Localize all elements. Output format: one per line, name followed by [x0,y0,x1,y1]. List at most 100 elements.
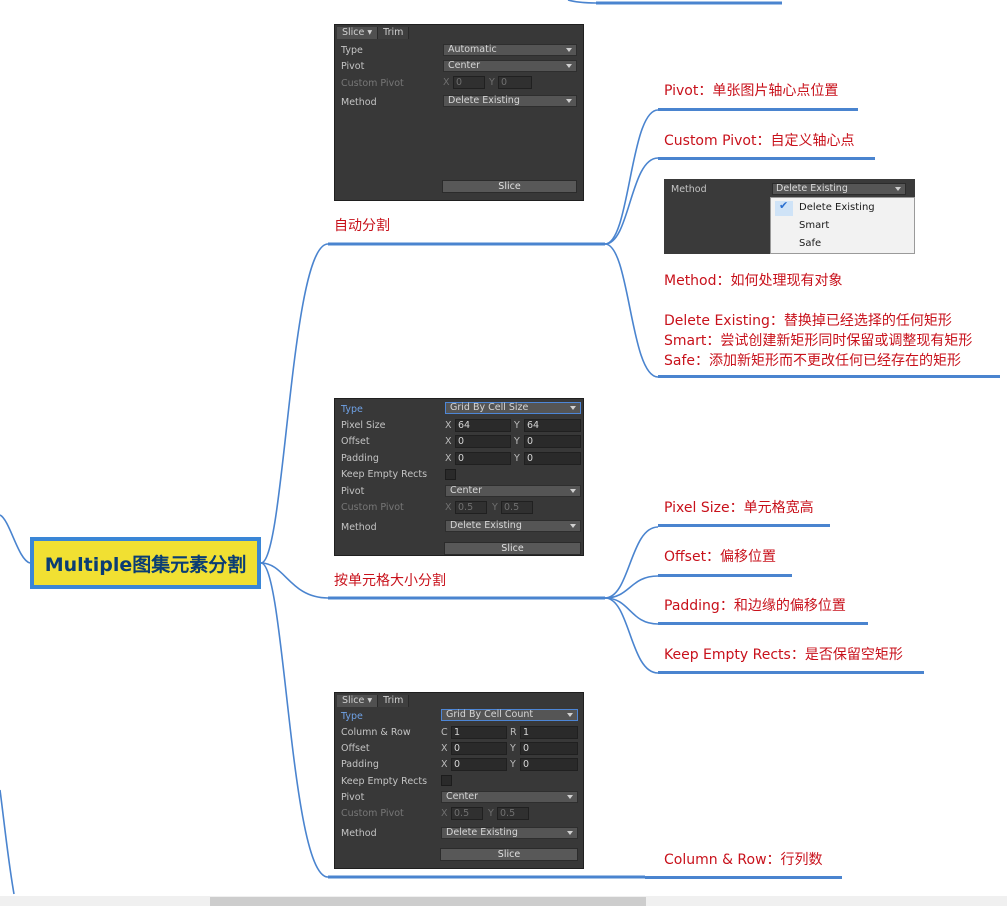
chevron-down-icon [567,713,573,717]
column-row-label: Column & Row [341,727,411,738]
pivot-dropdown[interactable]: Center [445,485,581,497]
slice-button[interactable]: Slice [442,180,577,193]
note-method[interactable]: Method：如何处理现有对象 [664,271,843,291]
tab-slice[interactable]: Slice ▾ [337,27,379,39]
chevron-down-icon [566,99,572,103]
method-dropdown-popup: Method Delete Existing ✔ Delete Existing… [664,179,915,254]
method-value: Delete Existing [776,183,848,194]
scrollbar-thumb[interactable] [210,897,646,906]
type-dropdown[interactable]: Grid By Cell Size [445,402,581,414]
panel-tabs: Slice ▾ Trim [337,695,410,707]
padding-x-input[interactable]: 0 [451,758,507,771]
note-underline [658,671,924,674]
menu-item-smart[interactable]: Smart [799,220,829,231]
padding-x-input[interactable]: 0 [455,452,511,465]
keep-empty-label: Keep Empty Rects [341,776,428,787]
menu-item-delete-existing[interactable]: Delete Existing [799,202,875,213]
slice-button[interactable]: Slice [444,542,581,555]
chevron-down-icon [567,795,573,799]
offset-x-input[interactable]: 0 [455,435,511,448]
note-keep-empty[interactable]: Keep Empty Rects：是否保留空矩形 [664,645,903,665]
type-label: Type [341,711,363,722]
note-padding[interactable]: Padding：和边缘的偏移位置 [664,596,846,616]
root-title: Multiple图集元素分割 [44,553,247,576]
pivot-value: Center [446,791,478,802]
pivot-value: Center [448,60,480,71]
custom-pivot-x-label: X [445,502,452,513]
method-label: Method [341,828,377,839]
note-underline [645,876,842,879]
tab-trim[interactable]: Trim [378,695,410,707]
chevron-down-icon [570,489,576,493]
offset-y-label: Y [510,743,516,754]
row-input[interactable]: 1 [520,726,578,739]
pivot-dropdown[interactable]: Center [441,791,578,803]
custom-pivot-label: Custom Pivot [341,808,404,819]
chevron-down-icon [567,831,573,835]
method-dropdown[interactable]: Delete Existing [445,520,581,532]
type-label: Type [341,404,363,415]
branch-auto-label[interactable]: 自动分割 [334,216,390,236]
pixel-size-y-label: Y [514,420,520,431]
custom-pivot-x-input[interactable]: 0.5 [455,501,487,514]
type-value: Grid By Cell Count [446,709,534,720]
padding-y-label: Y [510,759,516,770]
menu-item-safe[interactable]: Safe [799,238,821,249]
note-custom-pivot[interactable]: Custom Pivot：自定义轴心点 [664,131,854,151]
chevron-down-icon [570,406,576,410]
custom-pivot-y-label: Y [489,77,495,88]
padding-y-input[interactable]: 0 [524,452,581,465]
offset-x-label: X [441,743,448,754]
method-dropdown[interactable]: Delete Existing [443,95,577,107]
branch-cellsize-label[interactable]: 按单元格大小分割 [334,571,446,591]
offset-x-input[interactable]: 0 [451,742,507,755]
padding-label: Padding [341,759,379,770]
custom-pivot-x-input[interactable]: 0.5 [451,807,483,820]
offset-y-label: Y [514,436,520,447]
padding-y-input[interactable]: 0 [520,758,578,771]
keep-empty-checkbox[interactable] [441,775,452,786]
slice-button[interactable]: Slice [440,848,578,861]
tab-slice[interactable]: Slice ▾ [337,695,379,707]
note-pivot[interactable]: Pivot：单张图片轴心点位置 [664,81,838,101]
type-dropdown[interactable]: Grid By Cell Count [441,709,578,721]
note-smart[interactable]: Smart：尝试创建新矩形同时保留或调整现有矩形 [664,331,972,351]
note-underline [658,524,830,527]
method-value: Delete Existing [448,95,520,106]
tab-trim[interactable]: Trim [378,27,410,39]
keep-empty-label: Keep Empty Rects [341,469,428,480]
custom-pivot-y-label: Y [492,502,498,513]
pixel-size-y-input[interactable]: 64 [524,419,581,432]
pivot-label: Pivot [341,61,365,72]
method-dropdown[interactable]: Delete Existing [772,183,906,195]
custom-pivot-y-input[interactable]: 0.5 [501,501,533,514]
column-input[interactable]: 1 [451,726,507,739]
custom-pivot-x-label: X [441,808,448,819]
custom-pivot-y-input[interactable]: 0 [498,76,532,89]
root-topic[interactable]: Multiple图集元素分割 [30,537,261,589]
pivot-value: Center [450,485,482,496]
note-column-row[interactable]: Column & Row：行列数 [664,850,823,870]
note-pixel-size[interactable]: Pixel Size：单元格宽高 [664,498,814,518]
slice-panel-automatic: Slice ▾ Trim Type Automatic Pivot Center… [334,24,584,201]
offset-label: Offset [341,436,370,447]
note-underline [658,108,858,111]
custom-pivot-y-input[interactable]: 0.5 [497,807,529,820]
offset-y-input[interactable]: 0 [520,742,578,755]
method-label: Method [341,97,377,108]
pivot-label: Pivot [341,792,365,803]
keep-empty-checkbox[interactable] [445,469,456,480]
note-offset[interactable]: Offset：偏移位置 [664,547,776,567]
chevron-down-icon [570,524,576,528]
note-safe[interactable]: Safe：添加新矩形而不更改任何已经存在的矩形 [664,351,961,371]
offset-y-input[interactable]: 0 [524,435,581,448]
note-delete-existing[interactable]: Delete Existing：替换掉已经选择的任何矩形 [664,311,952,331]
custom-pivot-x-input[interactable]: 0 [453,76,485,89]
pivot-dropdown[interactable]: Center [443,60,577,72]
note-underline [658,574,792,577]
pixel-size-x-input[interactable]: 64 [455,419,511,432]
row-label: R [510,727,517,738]
method-dropdown[interactable]: Delete Existing [441,827,578,839]
method-label: Method [671,184,707,195]
type-dropdown[interactable]: Automatic [443,44,577,56]
